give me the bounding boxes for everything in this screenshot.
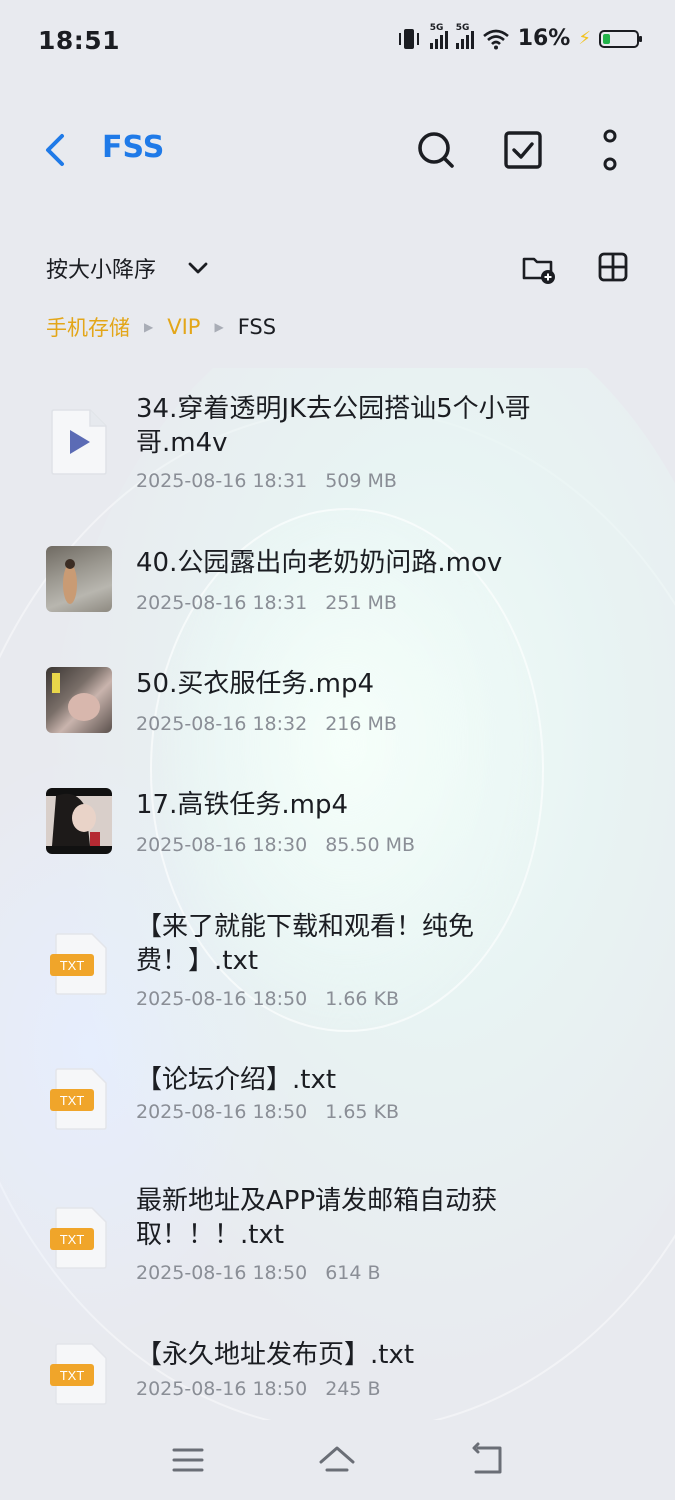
file-item[interactable]: TXT 【永久地址发布页】.txt 2025-08-16 18:50 245 B [0,1336,675,1416]
file-size: 1.65 KB [325,1101,400,1123]
file-name: 40.公园露出向老奶奶问路.mov [136,548,503,578]
txt-file-icon: TXT [50,1068,107,1130]
status-icons: 5G 5G 16% ⚡ [396,23,642,51]
file-size: 614 B [325,1262,381,1284]
file-date: 2025-08-16 18:30 [136,834,308,856]
file-item[interactable]: TXT 【论坛介绍】.txt 2025-08-16 18:50 1.65 KB [0,1061,675,1141]
file-size: 85.50 MB [325,834,416,856]
svg-text:TXT: TXT [60,1368,85,1383]
file-date: 2025-08-16 18:50 [136,1101,308,1123]
file-size: 216 MB [325,713,397,735]
wifi-icon [482,29,509,49]
file-meta: 2025-08-16 18:50 614 B [136,1262,381,1284]
file-name: 34.穿着透明JK去公园搭讪5个小哥哥.m4v [136,394,531,458]
svg-text:TXT: TXT [60,958,85,973]
select-checkbox-icon[interactable] [501,128,545,172]
sort-dropdown[interactable]: 按大小降序 [46,252,156,284]
signal-icon-1: 5G [429,23,448,49]
video-thumbnail [46,788,112,854]
file-name: 【论坛介绍】.txt [136,1065,337,1095]
back-icon[interactable] [36,128,76,172]
breadcrumb-item-storage[interactable]: 手机存储 [46,312,130,342]
breadcrumb: 手机存储 ▶ VIP ▶ FSS [46,310,276,344]
file-date: 2025-08-16 18:50 [136,988,308,1010]
file-meta: 2025-08-16 18:50 1.66 KB [136,988,399,1010]
app-header: FSS [0,110,675,190]
chevron-down-icon[interactable] [186,256,210,280]
file-date: 2025-08-16 18:50 [136,1262,308,1284]
file-name: 17.高铁任务.mp4 [136,790,348,820]
file-item[interactable]: TXT 【来了就能下载和观看！纯免费！】.txt 2025-08-16 18:5… [0,908,675,1018]
back-nav-icon[interactable] [466,1440,506,1480]
file-meta: 2025-08-16 18:50 1.65 KB [136,1101,399,1123]
status-time: 18:51 [38,26,121,55]
file-meta: 2025-08-16 18:50 245 B [136,1378,381,1400]
txt-file-icon: TXT [50,1343,107,1405]
status-bar: 18:51 5G 5G 16% ⚡ [0,0,675,84]
sort-row: 按大小降序 [0,240,675,296]
txt-file-icon: TXT [50,933,107,995]
battery-percent: 16% [517,26,571,51]
chevron-right-icon: ▶ [144,320,154,334]
svg-text:TXT: TXT [60,1093,85,1108]
search-icon[interactable] [414,128,458,172]
file-meta: 2025-08-16 18:31 509 MB [136,470,397,492]
file-name: 【来了就能下载和观看！纯免费！】.txt [136,912,475,976]
vibrate-icon [398,28,419,49]
file-item[interactable]: 40.公园露出向老奶奶问路.mov 2025-08-16 18:31 251 M… [0,544,675,624]
menu-icon[interactable] [168,1440,208,1480]
file-meta: 2025-08-16 18:32 216 MB [136,713,397,735]
file-size: 245 B [325,1378,381,1400]
new-folder-icon[interactable] [520,250,556,286]
file-date: 2025-08-16 18:31 [136,592,308,614]
more-vertical-icon[interactable] [588,128,632,172]
file-name: 最新地址及APP请发邮箱自动获取！！！.txt [136,1186,498,1250]
signal-icon-2: 5G [455,23,474,49]
video-thumbnail [46,667,112,733]
file-item[interactable]: TXT 最新地址及APP请发邮箱自动获取！！！.txt 2025-08-16 1… [0,1182,675,1292]
file-name: 【永久地址发布页】.txt [136,1340,415,1370]
file-meta: 2025-08-16 18:31 251 MB [136,592,397,614]
charging-icon: ⚡ [578,28,591,49]
txt-file-icon: TXT [50,1207,107,1269]
system-nav-bar [0,1420,675,1500]
home-icon[interactable] [317,1440,357,1480]
file-item[interactable]: 34.穿着透明JK去公园搭讪5个小哥哥.m4v 2025-08-16 18:31… [0,390,675,500]
file-size: 251 MB [325,592,397,614]
file-meta: 2025-08-16 18:30 85.50 MB [136,834,415,856]
video-file-icon [51,409,107,475]
video-thumbnail [46,546,112,612]
file-date: 2025-08-16 18:31 [136,470,308,492]
file-size: 1.66 KB [325,988,400,1010]
file-name: 50.买衣服任务.mp4 [136,669,374,699]
file-item[interactable]: 50.买衣服任务.mp4 2025-08-16 18:32 216 MB [0,665,675,745]
grid-view-icon[interactable] [596,250,630,284]
page-title: FSS [102,130,165,165]
file-date: 2025-08-16 18:32 [136,713,308,735]
file-date: 2025-08-16 18:50 [136,1378,308,1400]
chevron-right-icon: ▶ [214,320,224,334]
file-size: 509 MB [325,470,397,492]
file-item[interactable]: 17.高铁任务.mp4 2025-08-16 18:30 85.50 MB [0,786,675,866]
breadcrumb-item-vip[interactable]: VIP [167,315,200,339]
breadcrumb-item-current: FSS [237,315,277,339]
svg-text:TXT: TXT [60,1232,85,1247]
battery-icon [599,29,642,48]
